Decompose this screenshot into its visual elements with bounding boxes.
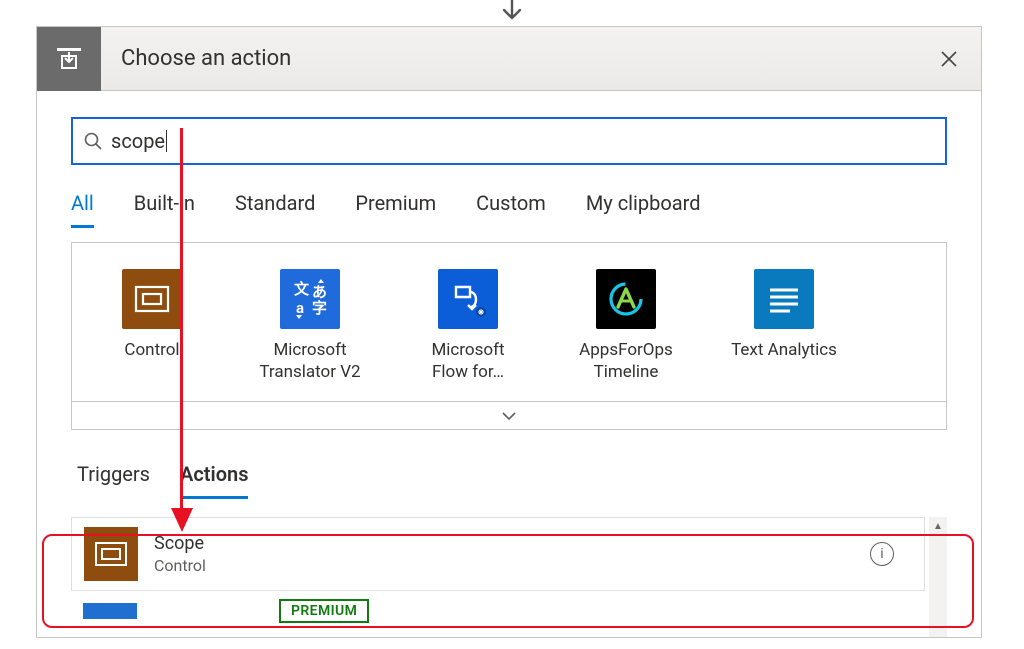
- flow-arrow-down-icon: [498, 0, 526, 28]
- close-icon: [939, 49, 959, 69]
- results-list: ▲ Scope Control: [71, 517, 947, 637]
- section-tab-triggers[interactable]: Triggers: [77, 462, 150, 499]
- connector-textanalytics[interactable]: Text Analytics: [728, 269, 840, 383]
- connector-label: Text Analytics: [731, 339, 837, 361]
- connector-flow[interactable]: Microsoft Flow for…: [412, 269, 524, 383]
- connectors-box: Control 文 あ a 字: [71, 242, 947, 430]
- filter-tab-myclipboard[interactable]: My clipboard: [586, 191, 701, 228]
- connector-label: Microsoft Translator V2: [259, 339, 360, 383]
- result-subtitle: Control: [154, 556, 870, 575]
- appsforops-icon: [596, 269, 656, 329]
- connector-label: AppsForOps Timeline: [579, 339, 673, 383]
- close-button[interactable]: [925, 35, 973, 83]
- section-tabs: Triggers Actions: [71, 462, 947, 499]
- connector-label: Microsoft Flow for…: [431, 339, 504, 383]
- flow-icon: [438, 269, 498, 329]
- search-box[interactable]: scope: [71, 117, 947, 165]
- panel-title: Choose an action: [101, 46, 925, 71]
- premium-badge: PREMIUM: [279, 599, 369, 623]
- control-icon: [84, 527, 138, 581]
- connector-appsforops[interactable]: AppsForOps Timeline: [570, 269, 682, 383]
- choose-action-panel: Choose an action scope: [36, 26, 982, 638]
- section-tab-actions[interactable]: Actions: [180, 462, 248, 499]
- filter-tab-all[interactable]: All: [71, 191, 94, 228]
- filter-tabs: All Built-in Standard Premium Custom My …: [71, 191, 947, 228]
- result-scope[interactable]: Scope Control i: [71, 517, 925, 591]
- info-icon[interactable]: i: [870, 542, 894, 566]
- result-partial[interactable]: PREMIUM: [71, 591, 925, 623]
- expand-connectors-button[interactable]: [72, 401, 946, 429]
- result-title: Scope: [154, 533, 870, 554]
- filter-tab-standard[interactable]: Standard: [235, 191, 315, 228]
- filter-tab-builtin[interactable]: Built-in: [134, 191, 195, 228]
- translator-icon: 文 あ a 字: [280, 269, 340, 329]
- connector-control[interactable]: Control: [96, 269, 208, 383]
- filter-tab-premium[interactable]: Premium: [355, 191, 436, 228]
- textanalytics-icon: [754, 269, 814, 329]
- panel-header-icon: [37, 27, 101, 91]
- result-partial-icon: [83, 603, 137, 619]
- svg-text:文: 文: [294, 280, 310, 298]
- connector-label: Control: [124, 339, 179, 361]
- svg-text:a: a: [296, 299, 304, 317]
- scrollbar[interactable]: ▲: [929, 517, 947, 637]
- svg-text:字: 字: [312, 299, 327, 317]
- connector-translator[interactable]: 文 あ a 字 Microsoft Translator V2: [254, 269, 366, 383]
- control-icon: [122, 269, 182, 329]
- chevron-down-icon: [501, 411, 517, 421]
- filter-tab-custom[interactable]: Custom: [476, 191, 546, 228]
- scroll-up-icon: ▲: [929, 517, 947, 535]
- search-input-value: scope: [111, 129, 165, 153]
- panel-header: Choose an action: [37, 27, 981, 91]
- text-cursor: [166, 130, 167, 152]
